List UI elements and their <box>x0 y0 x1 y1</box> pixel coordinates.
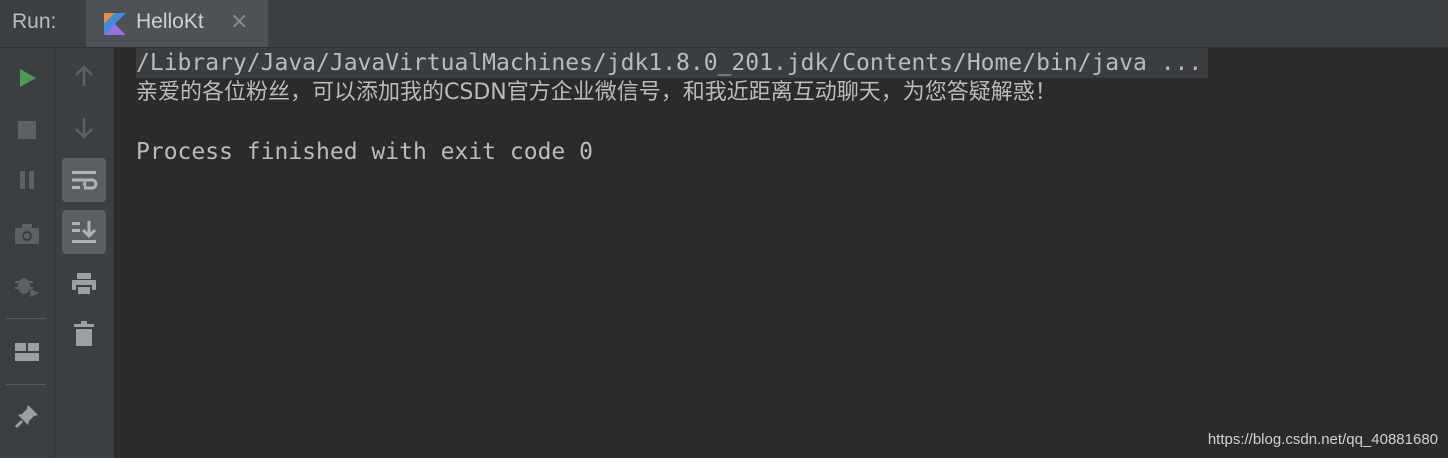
scroll-to-end-icon[interactable] <box>62 210 106 254</box>
toolbar-divider <box>6 384 46 385</box>
arrow-down-icon[interactable] <box>62 106 106 150</box>
exit-status: Process finished with exit code 0 <box>136 139 593 165</box>
console-toolbar <box>55 48 114 458</box>
soft-wrap-icon[interactable] <box>62 158 106 202</box>
close-icon[interactable]: × <box>230 9 248 34</box>
tab-hellokt[interactable]: HelloKt × <box>86 0 268 47</box>
watermark: https://blog.csdn.net/qq_40881680 <box>1207 431 1438 448</box>
run-label: Run: <box>12 10 57 33</box>
stop-icon[interactable] <box>5 108 49 152</box>
console-output[interactable]: /Library/Java/JavaVirtualMachines/jdk1.8… <box>114 48 1448 458</box>
trash-icon[interactable] <box>62 312 106 356</box>
layout-icon[interactable] <box>5 330 49 374</box>
run-tool-window-header: Run: HelloKt × <box>0 0 1448 48</box>
run-toolbar <box>0 48 55 458</box>
arrow-up-icon[interactable] <box>62 54 106 98</box>
camera-icon[interactable] <box>5 212 49 256</box>
toolbar-divider <box>6 318 46 319</box>
pin-icon[interactable] <box>5 394 49 438</box>
tab-label: HelloKt <box>136 10 204 33</box>
pause-icon[interactable] <box>5 158 49 202</box>
command-line: /Library/Java/JavaVirtualMachines/jdk1.8… <box>136 48 1209 78</box>
output-message: 亲爱的各位粉丝，可以添加我的CSDN官方企业微信号，和我近距离互动聊天，为您答疑… <box>136 80 1057 105</box>
kotlin-icon <box>104 13 126 35</box>
run-icon[interactable] <box>5 56 49 100</box>
debug-restart-icon[interactable] <box>5 264 49 308</box>
print-icon[interactable] <box>62 262 106 306</box>
